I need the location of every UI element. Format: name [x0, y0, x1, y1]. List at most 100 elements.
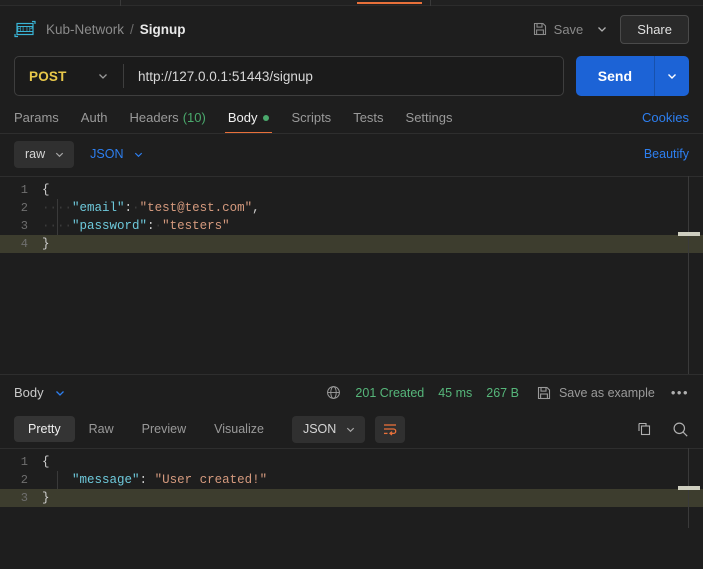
breadcrumb-separator: / [130, 21, 134, 37]
response-tab-pretty[interactable]: Pretty [14, 416, 75, 442]
search-icon[interactable] [672, 421, 689, 438]
http-badge-icon: HTTP [14, 20, 36, 38]
line-number: 3 [20, 219, 28, 233]
response-tab-preview[interactable]: Preview [128, 416, 200, 442]
json-value: "test@test.com" [139, 201, 253, 215]
save-options-caret[interactable] [596, 23, 608, 35]
tab-settings[interactable]: Settings [406, 110, 453, 134]
method-label: POST [29, 68, 67, 84]
indent-guide-line [57, 199, 58, 235]
tab-divider [120, 0, 121, 6]
code-text: { [42, 183, 50, 197]
json-space [147, 473, 155, 487]
url-input-group: POST http://127.0.0.1:51443/signup [14, 56, 564, 96]
scrollbar-thumb[interactable] [678, 486, 700, 490]
tab-label: Tests [353, 110, 384, 125]
editor-top-divider [0, 176, 703, 177]
code-line-active: 4 } [0, 235, 703, 253]
body-mode-selector[interactable]: raw [14, 140, 75, 168]
body-present-dot-icon [263, 114, 270, 121]
share-button[interactable]: Share [620, 14, 689, 44]
chevron-down-icon [345, 424, 356, 435]
tab-label: Params [14, 110, 59, 125]
tab-divider [430, 0, 431, 6]
breadcrumb-request-name[interactable]: Signup [140, 22, 186, 37]
body-format-toolbar: raw JSON Beautify [0, 134, 703, 174]
response-more-menu[interactable]: ••• [671, 385, 689, 400]
breadcrumb-collection[interactable]: Kub-Network [46, 22, 124, 37]
response-body-caret-icon[interactable] [54, 387, 66, 399]
response-tools [616, 421, 689, 438]
tab-label: Settings [405, 110, 453, 125]
response-meta: 201 Created 45 ms 267 B Save as example … [326, 385, 689, 400]
editor-top-divider [0, 448, 703, 449]
chevron-down-icon [133, 149, 144, 160]
request-header: HTTP Kub-Network / Signup Save Share [0, 6, 703, 52]
globe-icon[interactable] [326, 385, 341, 400]
line-number: 1 [20, 183, 28, 197]
line-number: 2 [20, 201, 28, 215]
request-body-editor[interactable]: 1 { 2 ····"email":·"test@test.com", 3 ··… [0, 176, 703, 374]
tab-body[interactable]: Body [224, 110, 273, 134]
window-tab-strip[interactable] [0, 0, 703, 6]
code-line: 1 { [0, 453, 703, 471]
body-mode-label: raw [25, 147, 46, 161]
code-line: 2 "message": "User created!" [0, 471, 703, 489]
word-wrap-icon[interactable] [375, 415, 406, 443]
json-key: "email" [72, 201, 125, 215]
chevron-down-icon [54, 149, 65, 160]
floppy-disk-icon [533, 22, 547, 36]
response-language-label: JSON [302, 422, 337, 436]
tab-label: Headers [129, 110, 179, 125]
line-number: 1 [20, 455, 28, 469]
body-language-selector[interactable]: JSON [90, 147, 143, 161]
code-text: } [42, 491, 50, 505]
send-button[interactable]: Send [575, 56, 654, 96]
send-options-caret[interactable] [655, 56, 689, 96]
url-bar: POST http://127.0.0.1:51443/signup Send [0, 52, 703, 100]
json-comma: , [252, 201, 260, 215]
json-colon: : [139, 473, 148, 487]
code-text: { [42, 455, 50, 469]
tab-scripts[interactable]: Scripts [291, 110, 331, 134]
beautify-button[interactable]: Beautify [644, 147, 689, 161]
save-button[interactable]: Save [529, 18, 588, 41]
url-input[interactable]: http://127.0.0.1:51443/signup [124, 69, 313, 84]
response-tabs: Pretty Raw Preview Visualize JSON [0, 410, 703, 448]
response-body-editor[interactable]: 1 { 2 "message": "User created!" 3 } [0, 448, 703, 528]
active-tab-indicator [357, 2, 422, 4]
editor-scrollbar[interactable] [688, 176, 689, 374]
code-line-active: 3 } [0, 489, 703, 507]
json-value: "testers" [162, 219, 230, 233]
tab-auth[interactable]: Auth [81, 110, 108, 134]
scrollbar-thumb[interactable] [678, 232, 700, 236]
body-language-label: JSON [90, 147, 124, 161]
request-tabs: Params Auth Headers (10) Body Scripts Te… [0, 100, 703, 134]
line-number: 3 [20, 491, 28, 505]
tab-headers[interactable]: Headers (10) [130, 110, 206, 134]
response-tab-visualize[interactable]: Visualize [200, 416, 278, 442]
code-text: } [42, 237, 50, 251]
json-colon: : [124, 201, 133, 215]
response-language-selector[interactable]: JSON [291, 415, 366, 443]
save-as-example-button[interactable]: Save as example [537, 386, 655, 400]
save-as-example-label: Save as example [558, 385, 655, 400]
header-actions: Save Share [529, 14, 689, 44]
svg-text:HTTP: HTTP [17, 25, 33, 33]
line-number: 2 [20, 473, 28, 487]
copy-icon[interactable] [636, 421, 652, 437]
json-key: "message" [72, 473, 140, 487]
breadcrumb: Kub-Network / Signup [46, 22, 186, 37]
indent-guide-line [57, 471, 58, 489]
cookies-link[interactable]: Cookies [642, 110, 689, 134]
tab-params[interactable]: Params [14, 110, 59, 134]
tab-tests[interactable]: Tests [353, 110, 383, 134]
chevron-down-icon [97, 70, 109, 82]
code-line: 1 { [0, 181, 703, 199]
headers-count: (10) [182, 110, 206, 125]
line-number: 4 [20, 237, 28, 251]
code-line: 2 ····"email":·"test@test.com", [0, 199, 703, 217]
tab-label: Scripts [291, 110, 332, 125]
method-selector[interactable]: POST [15, 57, 123, 95]
response-tab-raw[interactable]: Raw [75, 416, 128, 442]
